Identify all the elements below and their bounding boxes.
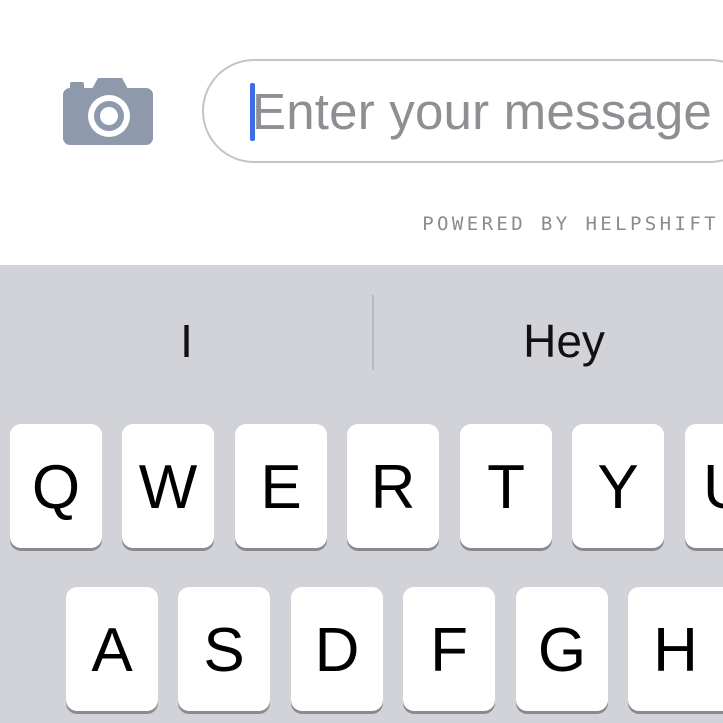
camera-icon[interactable] [60,74,156,148]
message-placeholder: Enter your message [252,83,712,140]
key-r[interactable]: R [347,424,439,548]
chat-screen: Enter your message POWERED BY HELPSHIFT … [0,0,723,723]
text-cursor [250,83,255,141]
suggestion-bar: I Hey [0,265,723,415]
key-s[interactable]: S [178,587,270,711]
key-e[interactable]: E [235,424,327,548]
key-a[interactable]: A [66,587,158,711]
message-input[interactable]: Enter your message [202,59,723,163]
key-g[interactable]: G [516,587,608,711]
key-q[interactable]: Q [10,424,102,548]
message-compose-bar: Enter your message POWERED BY HELPSHIFT [0,0,723,265]
key-y[interactable]: Y [572,424,664,548]
suggestion-divider [372,295,374,370]
key-h[interactable]: H [628,587,723,711]
keyboard: I Hey Q W E R T Y U A S D F G H [0,265,723,723]
powered-by-label: POWERED BY HELPSHIFT [422,213,719,235]
key-d[interactable]: D [291,587,383,711]
suggestion-i[interactable]: I [0,311,373,371]
key-w[interactable]: W [122,424,214,548]
key-f[interactable]: F [403,587,495,711]
suggestion-hey[interactable]: Hey [375,311,723,371]
key-u[interactable]: U [685,424,723,548]
key-t[interactable]: T [460,424,552,548]
